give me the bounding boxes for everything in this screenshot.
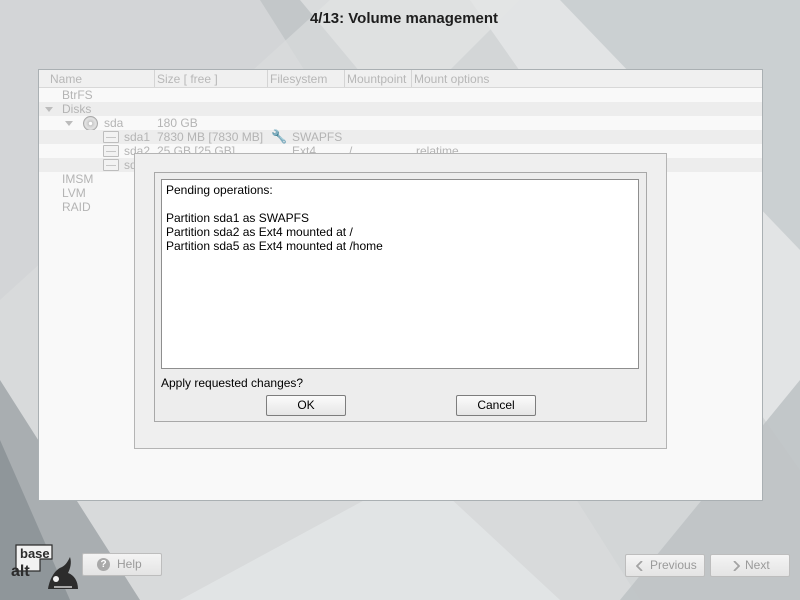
row-size: 7830 MB [7830 MB]	[157, 130, 264, 144]
column-name[interactable]: Name	[50, 72, 82, 86]
column-divider	[411, 70, 412, 87]
next-button-label: Next	[745, 558, 770, 572]
operation-line: Partition sda5 as Ext4 mounted at /home	[166, 239, 383, 253]
expand-triangle-icon[interactable]	[45, 107, 53, 112]
row-name: LVM	[62, 186, 86, 200]
row-name: IMSM	[62, 172, 94, 186]
partition-icon	[103, 145, 119, 157]
column-filesystem[interactable]: Filesystem	[270, 72, 327, 86]
row-name: sda1	[124, 130, 151, 144]
expand-triangle-icon[interactable]	[65, 121, 73, 126]
basealt-logo: base alt	[11, 544, 78, 589]
partition-icon	[103, 131, 119, 143]
wrench-icon: 🔧	[271, 129, 288, 144]
row-name: RAID	[62, 200, 91, 214]
logo-text-base: base	[20, 546, 50, 561]
cancel-button[interactable]: Cancel	[456, 395, 536, 416]
table-row-sda1[interactable]: sda1 7830 MB [7830 MB] 🔧 SWAPFS	[39, 129, 762, 144]
chevron-left-icon	[636, 561, 643, 571]
row-name: Disks	[62, 102, 92, 116]
hard-disk-icon	[83, 116, 98, 131]
dialog-frame: Pending operations: Partition sda1 as SW…	[154, 172, 647, 422]
logo-text-alt: alt	[11, 563, 30, 580]
table-row-sda[interactable]: sda 180 GB	[39, 116, 762, 131]
partition-icon	[103, 159, 119, 171]
table-row-btrfs[interactable]: BtrFS	[39, 88, 762, 102]
ok-button[interactable]: OK	[266, 395, 346, 416]
help-icon: ?	[97, 558, 110, 571]
row-name: sda	[104, 116, 124, 130]
column-divider	[344, 70, 345, 87]
next-button[interactable]: Next	[710, 554, 790, 577]
row-size: 180 GB	[157, 116, 198, 130]
chevron-right-icon	[733, 561, 740, 571]
previous-button-label: Previous	[650, 558, 697, 572]
apply-question: Apply requested changes?	[161, 376, 304, 390]
operation-line: Partition sda1 as SWAPFS	[166, 211, 309, 225]
column-divider	[267, 70, 268, 87]
column-size[interactable]: Size [ free ]	[157, 72, 218, 86]
window-title: 4/13: Volume management	[309, 10, 499, 27]
operation-line: Partition sda2 as Ext4 mounted at /	[166, 225, 353, 239]
help-button[interactable]: ? Help	[82, 553, 162, 576]
column-mountpoint[interactable]: Mountpoint	[347, 72, 406, 86]
help-button-label: Help	[117, 557, 142, 571]
confirm-dialog: Pending operations: Partition sda1 as SW…	[134, 153, 667, 449]
pending-operations-textbox[interactable]: Pending operations: Partition sda1 as SW…	[161, 179, 639, 369]
row-filesystem: SWAPFS	[292, 130, 343, 144]
table-header: Name Size [ free ] Filesystem Mountpoint…	[39, 70, 762, 88]
pending-heading: Pending operations:	[166, 183, 273, 197]
previous-button[interactable]: Previous	[625, 554, 705, 577]
table-row-disks[interactable]: Disks	[39, 102, 762, 116]
row-name: BtrFS	[62, 88, 93, 102]
column-mount-options[interactable]: Mount options	[414, 72, 489, 86]
column-divider	[154, 70, 155, 87]
